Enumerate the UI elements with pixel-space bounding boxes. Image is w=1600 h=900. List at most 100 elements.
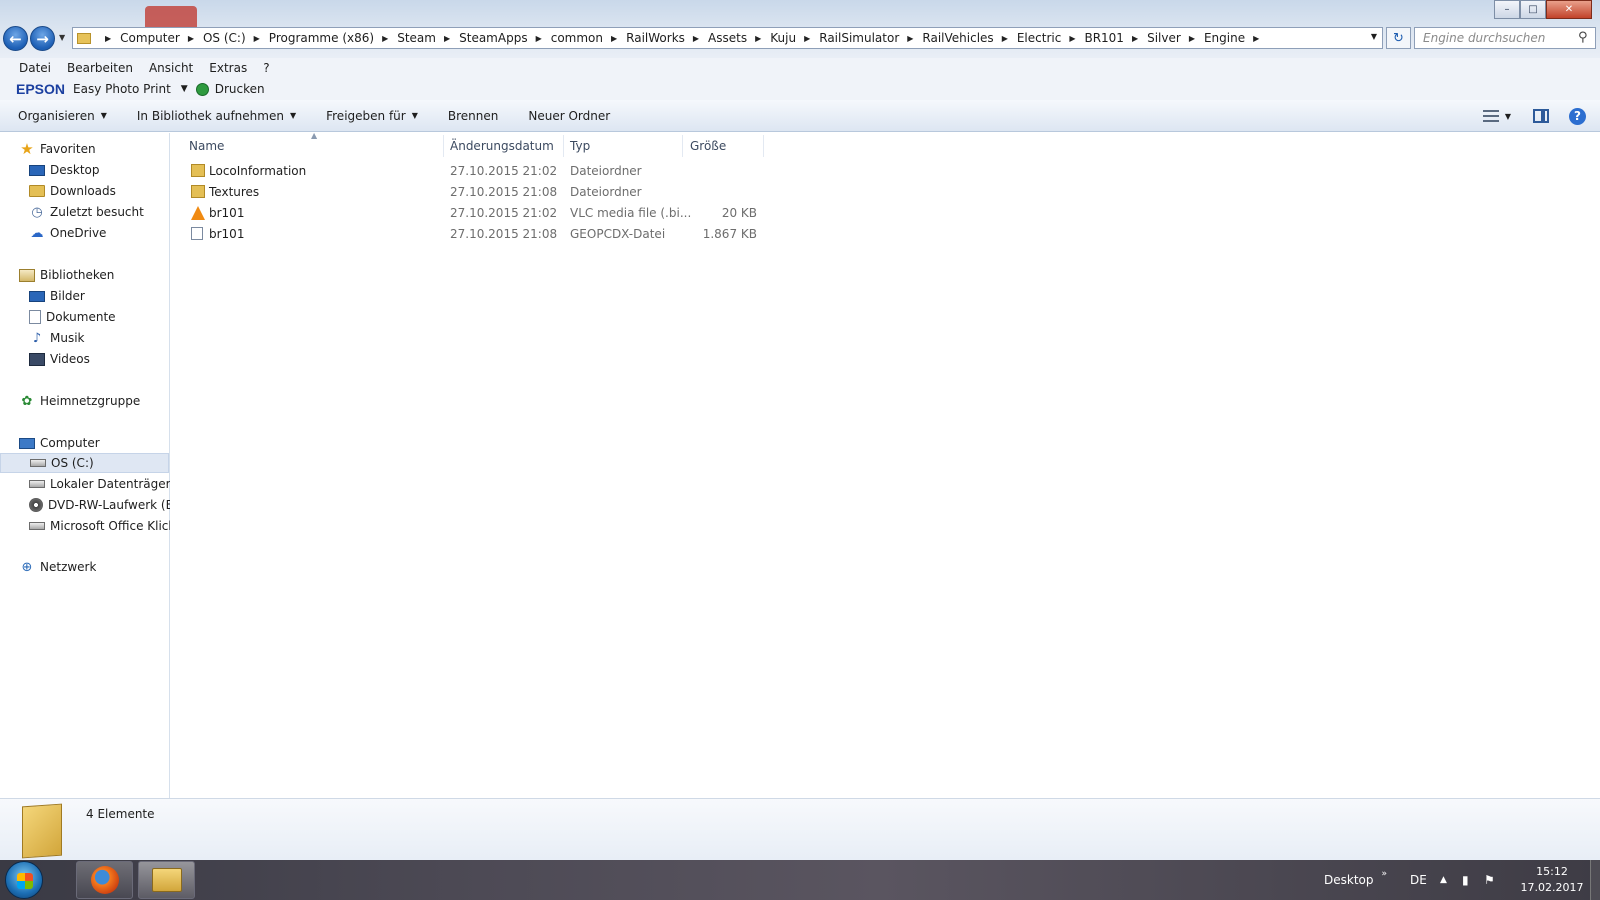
column-divider[interactable] bbox=[682, 135, 683, 157]
share-with-button[interactable]: Freigeben für ▼ bbox=[326, 109, 418, 123]
search-icon[interactable]: ⚲ bbox=[1578, 30, 1595, 45]
menu-file[interactable]: Datei bbox=[19, 61, 51, 75]
desktop-toolbar[interactable]: Desktop » bbox=[1324, 860, 1387, 900]
start-button[interactable] bbox=[5, 861, 43, 899]
chevron-double-right-icon[interactable]: » bbox=[1382, 869, 1388, 879]
breadcrumb-separator-icon[interactable]: ▶ bbox=[444, 34, 450, 43]
sidebar-item-local-disk-d[interactable]: Lokaler Datenträger (D bbox=[29, 474, 170, 494]
forward-button[interactable]: → bbox=[30, 26, 55, 51]
breadcrumb-engine[interactable]: Engine bbox=[1204, 31, 1245, 45]
clock[interactable]: 15:12 17.02.2017 bbox=[1512, 864, 1592, 896]
action-center-flag-icon[interactable]: ⚑ bbox=[1484, 860, 1495, 900]
breadcrumb-programme-x86[interactable]: Programme (x86) bbox=[269, 31, 374, 45]
sidebar-favorites[interactable]: ★ Favoriten bbox=[19, 139, 95, 159]
column-header-name[interactable]: Name bbox=[189, 139, 224, 153]
new-folder-button[interactable]: Neuer Ordner bbox=[528, 109, 610, 123]
breadcrumb-railvehicles[interactable]: RailVehicles bbox=[922, 31, 993, 45]
column-header-type[interactable]: Typ bbox=[570, 139, 590, 153]
sidebar-item-music[interactable]: ♪ Musik bbox=[29, 328, 170, 348]
menu-edit[interactable]: Bearbeiten bbox=[67, 61, 133, 75]
show-desktop-button[interactable] bbox=[1590, 860, 1600, 900]
organize-button[interactable]: Organisieren ▼ bbox=[18, 109, 107, 123]
menu-view[interactable]: Ansicht bbox=[149, 61, 193, 75]
file-type: GEOPCDX-Datei bbox=[570, 227, 666, 241]
menu-help[interactable]: ? bbox=[263, 61, 269, 75]
breadcrumb-separator-icon[interactable]: ▶ bbox=[693, 34, 699, 43]
address-dropdown-icon[interactable]: ▼ bbox=[1371, 32, 1377, 41]
breadcrumb-separator-icon[interactable]: ▶ bbox=[907, 34, 913, 43]
column-header-size[interactable]: Größe bbox=[690, 139, 726, 153]
sidebar-item-os-c[interactable]: OS (C:) bbox=[0, 453, 169, 473]
breadcrumb-railworks[interactable]: RailWorks bbox=[626, 31, 685, 45]
minimize-button[interactable]: – bbox=[1494, 0, 1520, 19]
breadcrumb-separator-icon[interactable]: ▶ bbox=[755, 34, 761, 43]
table-row[interactable]: LocoInformation 27.10.2015 21:02 Dateior… bbox=[171, 161, 771, 181]
address-bar[interactable]: ▶ Computer ▶ OS (C:) ▶ Programme (x86) ▶… bbox=[72, 27, 1383, 49]
breadcrumb-separator-icon[interactable]: ▶ bbox=[188, 34, 194, 43]
add-to-library-button[interactable]: In Bibliothek aufnehmen ▼ bbox=[137, 109, 296, 123]
breadcrumb-separator-icon[interactable]: ▶ bbox=[1189, 34, 1195, 43]
breadcrumb-separator-icon[interactable]: ▶ bbox=[105, 34, 111, 43]
table-row[interactable]: Textures 27.10.2015 21:08 Dateiordner bbox=[171, 182, 771, 202]
close-button[interactable]: ✕ bbox=[1546, 0, 1592, 19]
breadcrumb-electric[interactable]: Electric bbox=[1017, 31, 1061, 45]
breadcrumb-separator-icon[interactable]: ▶ bbox=[254, 34, 260, 43]
breadcrumb-silver[interactable]: Silver bbox=[1147, 31, 1181, 45]
maximize-button[interactable]: □ bbox=[1520, 0, 1546, 19]
sidebar-item-downloads[interactable]: Downloads bbox=[29, 181, 170, 201]
breadcrumb-steam[interactable]: Steam bbox=[397, 31, 436, 45]
tray-expand-icon[interactable]: ▲ bbox=[1440, 860, 1447, 900]
breadcrumb-separator-icon[interactable]: ▶ bbox=[804, 34, 810, 43]
breadcrumb-separator-icon[interactable]: ▶ bbox=[611, 34, 617, 43]
sidebar-item-office-click[interactable]: Microsoft Office Klick- bbox=[29, 516, 170, 536]
breadcrumb-separator-icon[interactable]: ▶ bbox=[536, 34, 542, 43]
table-row[interactable]: br101 27.10.2015 21:08 GEOPCDX-Datei 1.8… bbox=[171, 224, 771, 244]
sidebar-item-onedrive[interactable]: ☁ OneDrive bbox=[29, 223, 170, 243]
breadcrumb-os-c[interactable]: OS (C:) bbox=[203, 31, 246, 45]
breadcrumb-separator-icon[interactable]: ▶ bbox=[1002, 34, 1008, 43]
taskbar-explorer[interactable] bbox=[138, 861, 195, 899]
sidebar-item-videos[interactable]: Videos bbox=[29, 349, 170, 369]
sidebar-network[interactable]: ⊕ Netzwerk bbox=[19, 557, 97, 577]
preview-pane-icon[interactable] bbox=[1533, 109, 1549, 123]
sidebar-computer[interactable]: Computer bbox=[19, 433, 100, 453]
view-options-icon[interactable] bbox=[1482, 110, 1499, 122]
print-button[interactable]: Drucken bbox=[215, 82, 265, 96]
breadcrumb-assets[interactable]: Assets bbox=[708, 31, 747, 45]
column-header-date[interactable]: Änderungsdatum bbox=[450, 139, 554, 153]
column-divider[interactable] bbox=[443, 135, 444, 157]
breadcrumb-computer[interactable]: Computer bbox=[120, 31, 180, 45]
column-divider[interactable] bbox=[763, 135, 764, 157]
sidebar-item-recent[interactable]: ◷ Zuletzt besucht bbox=[29, 202, 170, 222]
breadcrumb-separator-icon[interactable]: ▶ bbox=[1132, 34, 1138, 43]
burn-button[interactable]: Brennen bbox=[448, 109, 498, 123]
breadcrumb-separator-icon[interactable]: ▶ bbox=[382, 34, 388, 43]
sidebar-item-desktop[interactable]: Desktop bbox=[29, 160, 170, 180]
sidebar-item-pictures[interactable]: Bilder bbox=[29, 286, 170, 306]
sidebar-item-documents[interactable]: Dokumente bbox=[29, 307, 170, 327]
back-button[interactable]: ← bbox=[3, 26, 28, 51]
breadcrumb-separator-icon[interactable]: ▶ bbox=[1069, 34, 1075, 43]
power-icon[interactable]: ▮ bbox=[1462, 860, 1469, 900]
sidebar-libraries[interactable]: Bibliotheken bbox=[19, 265, 114, 285]
breadcrumb-steamapps[interactable]: SteamApps bbox=[459, 31, 527, 45]
breadcrumb-kuju[interactable]: Kuju bbox=[770, 31, 796, 45]
column-divider[interactable] bbox=[563, 135, 564, 157]
sidebar-item-dvd-e[interactable]: DVD-RW-Laufwerk (E:) bbox=[29, 495, 170, 515]
history-dropdown-icon[interactable]: ▼ bbox=[59, 33, 65, 42]
search-input[interactable]: Engine durchsuchen bbox=[1414, 27, 1596, 49]
help-icon[interactable]: ? bbox=[1569, 107, 1586, 125]
breadcrumb-railsimulator[interactable]: RailSimulator bbox=[819, 31, 899, 45]
language-indicator[interactable]: DE bbox=[1410, 860, 1427, 900]
breadcrumb-separator-icon[interactable]: ▶ bbox=[1253, 34, 1259, 43]
menu-tools[interactable]: Extras bbox=[209, 61, 247, 75]
taskbar-firefox[interactable] bbox=[76, 861, 133, 899]
table-row[interactable]: br101 27.10.2015 21:02 VLC media file (.… bbox=[171, 203, 771, 223]
view-dropdown-icon[interactable]: ▼ bbox=[1505, 112, 1511, 121]
breadcrumb-common[interactable]: common bbox=[551, 31, 603, 45]
breadcrumb-br101[interactable]: BR101 bbox=[1084, 31, 1123, 45]
easy-photo-print-button[interactable]: Easy Photo Print bbox=[73, 82, 171, 96]
sidebar-homegroup[interactable]: ✿ Heimnetzgruppe bbox=[19, 391, 141, 411]
refresh-button[interactable]: ↻ bbox=[1386, 27, 1411, 49]
epson-dropdown-icon[interactable]: ▼ bbox=[181, 84, 188, 94]
